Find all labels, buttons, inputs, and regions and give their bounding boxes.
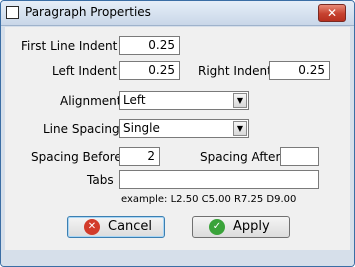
tabs-label: Tabs: [87, 173, 114, 187]
line-spacing-label: Line Spacing: [43, 122, 120, 136]
spacing-after-field[interactable]: [280, 147, 319, 166]
line-spacing-dropdown[interactable]: Single ▼: [119, 119, 249, 138]
cancel-button[interactable]: ✕ Cancel: [67, 216, 165, 238]
dialog-body: First Line Indent 0.25 Left Indent 0.25 …: [5, 27, 350, 250]
checkmark-icon: ✓: [209, 219, 225, 235]
first-line-indent-label: First Line Indent: [21, 39, 118, 53]
apply-button-label: Apply: [233, 219, 270, 234]
spacing-after-label: Spacing After: [200, 150, 281, 164]
chevron-down-icon[interactable]: ▼: [233, 121, 247, 136]
left-indent-label: Left Indent: [52, 64, 117, 78]
line-spacing-selected-value: Single: [123, 121, 160, 135]
cancel-button-label: Cancel: [108, 219, 153, 234]
alignment-selected-value: Left: [123, 93, 146, 107]
paragraph-properties-dialog: Paragraph Properties ✕ First Line Indent…: [0, 0, 355, 267]
window-icon: [6, 6, 19, 19]
right-indent-field[interactable]: 0.25: [269, 61, 330, 80]
spacing-before-label: Spacing Before: [31, 150, 122, 164]
left-indent-field[interactable]: 0.25: [119, 61, 180, 80]
first-line-indent-field[interactable]: 0.25: [119, 36, 180, 55]
tabs-example-hint: example: L2.50 C5.00 R7.25 D9.00: [121, 194, 297, 205]
close-button[interactable]: ✕: [318, 4, 346, 22]
chevron-down-icon[interactable]: ▼: [233, 93, 247, 108]
window-title: Paragraph Properties: [25, 5, 151, 19]
spacing-before-field[interactable]: 2: [119, 147, 160, 166]
alignment-label: Alignment: [60, 94, 122, 108]
apply-button[interactable]: ✓ Apply: [192, 216, 290, 238]
cancel-icon: ✕: [84, 219, 100, 235]
window-bottom-frame: [1, 251, 354, 266]
alignment-dropdown[interactable]: Left ▼: [119, 91, 249, 110]
right-indent-label: Right Indent: [198, 64, 272, 78]
tabs-field[interactable]: [119, 170, 319, 189]
title-bar[interactable]: Paragraph Properties ✕: [1, 1, 354, 26]
